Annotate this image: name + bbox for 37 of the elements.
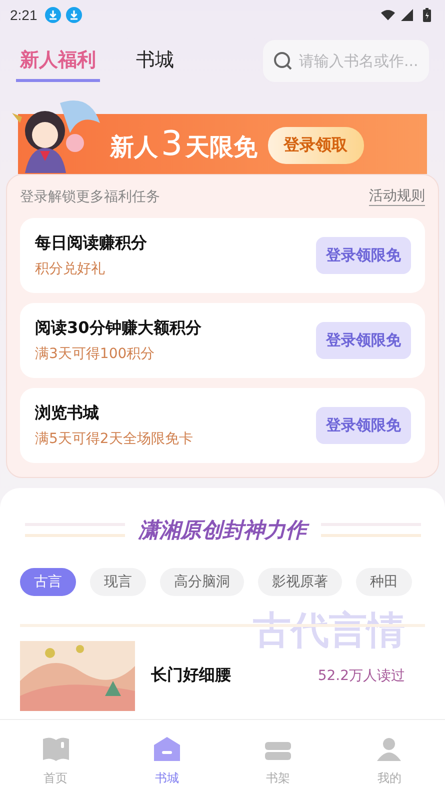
claim-button[interactable]: 登录领取 bbox=[268, 127, 364, 164]
user-icon bbox=[375, 736, 404, 762]
genre-chip[interactable]: 高分脑洞 bbox=[160, 568, 244, 596]
wifi-icon bbox=[381, 9, 395, 21]
download-icon bbox=[45, 7, 62, 23]
task-reward: 满5天可得2天全场限免卡 bbox=[35, 430, 193, 448]
nav-tab[interactable]: 书城 bbox=[111, 720, 222, 791]
read-count: 52.2万人读过 bbox=[318, 667, 406, 685]
home-icon bbox=[152, 736, 181, 762]
nav-tab[interactable]: 首页 bbox=[0, 720, 112, 791]
nav-tab[interactable]: 我的 bbox=[334, 720, 445, 791]
task-title: 浏览书城 bbox=[35, 403, 100, 424]
signal-icon bbox=[400, 9, 414, 21]
genre-chip[interactable]: 古言 bbox=[20, 568, 76, 596]
download-icon bbox=[66, 7, 82, 23]
task-title: 阅读30分钟赚大额积分 bbox=[35, 318, 202, 339]
task-reward: 满3天可得100积分 bbox=[35, 345, 156, 363]
nav-tab[interactable]: 书架 bbox=[222, 720, 334, 791]
status-time: 2:21 bbox=[10, 7, 38, 23]
genre-chip[interactable]: 现言 bbox=[90, 568, 146, 596]
book-icon bbox=[42, 736, 70, 762]
search-field[interactable]: 请输入书名或作... bbox=[263, 40, 429, 82]
rules-link[interactable]: 活动规则 bbox=[369, 187, 425, 206]
task-login-button[interactable]: 登录领限免 bbox=[316, 407, 411, 444]
book-title[interactable]: 长门好细腰 bbox=[151, 665, 231, 686]
genre-chip[interactable]: 影视原著 bbox=[258, 568, 342, 596]
task-login-button[interactable]: 登录领限免 bbox=[316, 322, 411, 359]
genre-chip[interactable]: 种田 bbox=[356, 568, 412, 596]
header-tab[interactable]: 新人福利 bbox=[16, 40, 100, 82]
task-title: 每日阅读赚积分 bbox=[35, 233, 147, 254]
banner-title: 新人 3 天限免 bbox=[110, 124, 258, 164]
task-reward: 积分兑好礼 bbox=[35, 260, 106, 278]
header-tab[interactable]: 书城 bbox=[132, 40, 178, 82]
battery-icon bbox=[423, 8, 431, 22]
task-login-button[interactable]: 登录领限免 bbox=[316, 237, 411, 274]
search-icon bbox=[273, 51, 293, 71]
welfare-subtitle: 登录解锁更多福利任务 bbox=[20, 188, 160, 206]
